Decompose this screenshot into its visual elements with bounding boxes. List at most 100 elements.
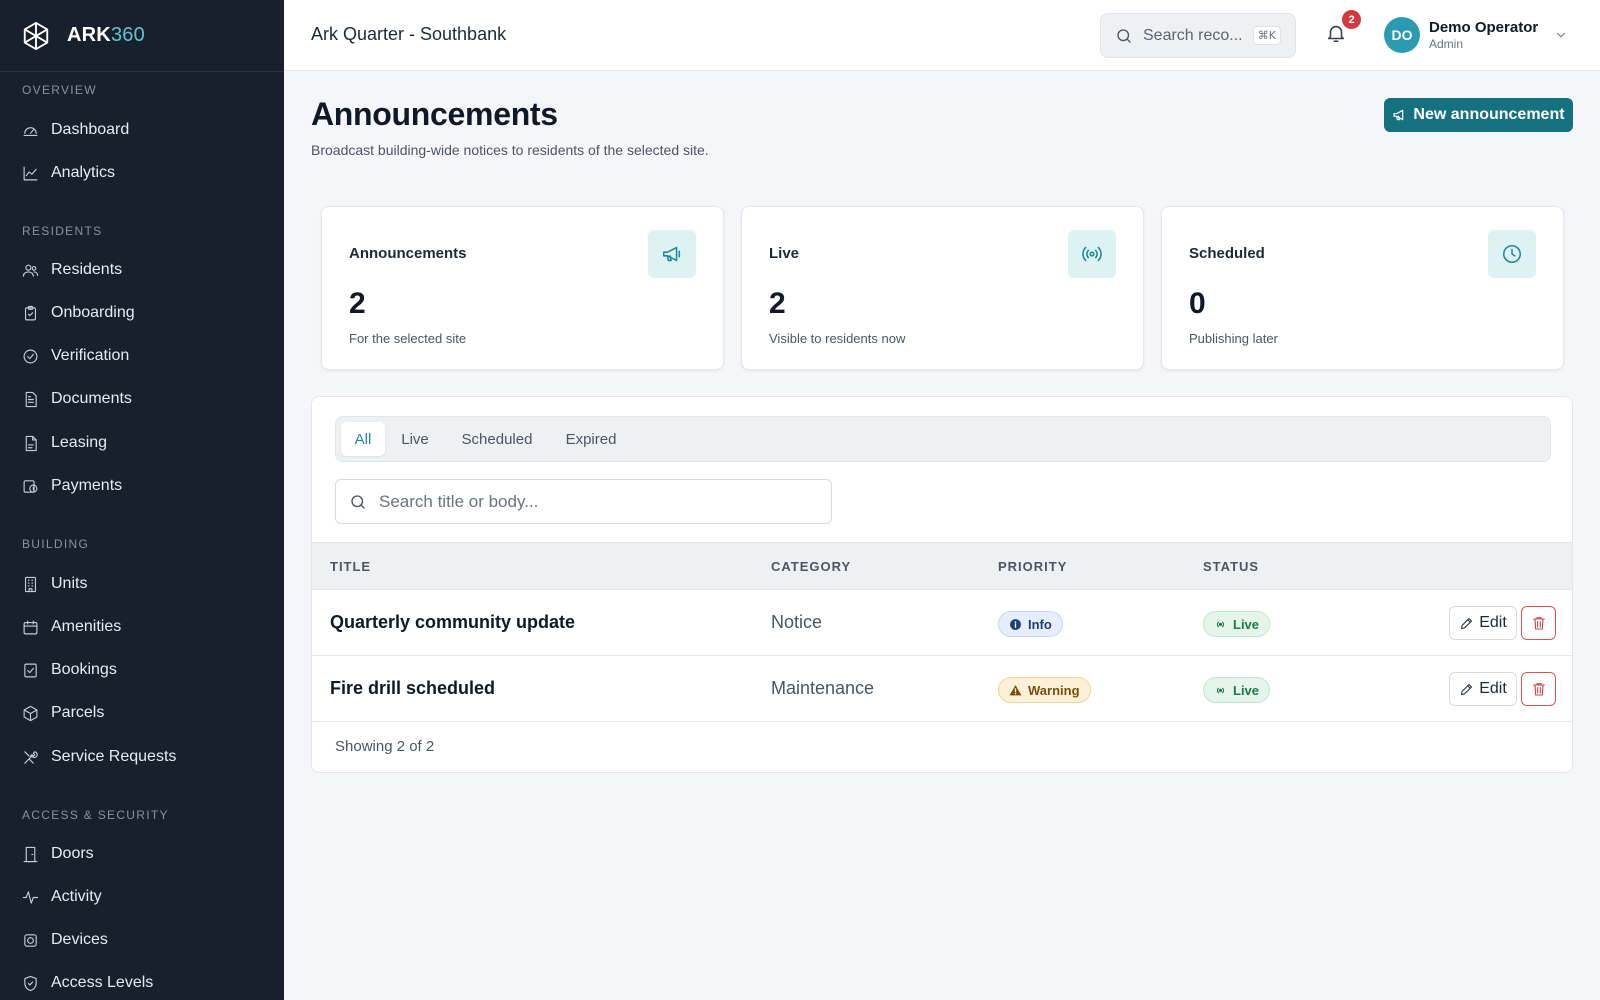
brand-name-accent: 360 bbox=[110, 24, 145, 46]
edit-button[interactable]: Edit bbox=[1449, 672, 1517, 706]
sidebar-item-amenities[interactable]: Amenities bbox=[0, 607, 284, 647]
calendar-icon bbox=[22, 619, 39, 636]
pencil-icon bbox=[1461, 617, 1473, 629]
page-subtitle: Broadcast building-wide notices to resid… bbox=[311, 142, 709, 158]
nav-section-overview: OVERVIEW bbox=[22, 83, 97, 97]
sidebar-item-leasing[interactable]: Leasing bbox=[0, 423, 284, 463]
sidebar-item-label: Amenities bbox=[51, 618, 122, 635]
megaphone-icon bbox=[1393, 109, 1404, 121]
users-icon bbox=[22, 262, 39, 279]
announcement-search-input[interactable] bbox=[379, 491, 819, 512]
sidebar-item-activity[interactable]: Activity bbox=[0, 877, 284, 917]
announcement-title[interactable]: Fire drill scheduled bbox=[330, 678, 495, 699]
stat-value: 0 bbox=[1189, 287, 1206, 320]
nav-section-residents: RESIDENTS bbox=[22, 224, 103, 238]
results-count: Showing 2 of 2 bbox=[335, 738, 435, 755]
user-role: Admin bbox=[1429, 37, 1464, 51]
sidebar: ARK360 OVERVIEW Dashboard Analytics RESI… bbox=[0, 0, 284, 1000]
broadcast-icon bbox=[1216, 687, 1225, 693]
site-title[interactable]: Ark Quarter - Southbank bbox=[311, 24, 506, 45]
global-search-placeholder: Search reco... bbox=[1143, 26, 1243, 44]
stat-label: Live bbox=[769, 245, 800, 262]
sidebar-item-label: Documents bbox=[51, 390, 132, 407]
priority-badge: Warning bbox=[998, 677, 1091, 703]
sidebar-item-payments[interactable]: Payments bbox=[0, 466, 284, 506]
sidebar-item-label: Activity bbox=[51, 888, 102, 905]
activity-icon bbox=[22, 889, 39, 906]
status-badge: Live bbox=[1203, 611, 1271, 637]
column-header-title[interactable]: TITLE bbox=[330, 559, 371, 574]
edit-button[interactable]: Edit bbox=[1449, 606, 1517, 640]
sidebar-item-label: Bookings bbox=[51, 661, 117, 678]
sidebar-item-bookings[interactable]: Bookings bbox=[0, 650, 284, 690]
column-header-status[interactable]: STATUS bbox=[1203, 559, 1259, 574]
clock-icon bbox=[1488, 230, 1536, 278]
stat-value: 2 bbox=[769, 287, 786, 320]
payment-icon bbox=[22, 478, 39, 495]
megaphone-icon bbox=[648, 230, 696, 278]
sidebar-item-access-levels[interactable]: Access Levels bbox=[0, 963, 284, 1000]
delete-button[interactable] bbox=[1521, 606, 1556, 640]
tab-all[interactable]: All bbox=[341, 422, 385, 456]
stat-description: Publishing later bbox=[1189, 331, 1278, 346]
priority-badge: Info bbox=[998, 611, 1063, 637]
global-search[interactable]: Search reco... ⌘K bbox=[1100, 13, 1296, 58]
file-icon bbox=[22, 435, 39, 452]
column-header-priority[interactable]: PRIORITY bbox=[998, 559, 1067, 574]
status-label: Live bbox=[1233, 682, 1260, 698]
gauge-icon bbox=[22, 122, 39, 139]
sidebar-item-verification[interactable]: Verification bbox=[0, 336, 284, 376]
sidebar-item-doors[interactable]: Doors bbox=[0, 834, 284, 874]
sidebar-item-label: Residents bbox=[51, 261, 123, 278]
sidebar-item-units[interactable]: Units bbox=[0, 564, 284, 604]
file-text-icon bbox=[22, 391, 39, 408]
calendar-check-icon bbox=[22, 662, 39, 679]
announcements-panel: All Live Scheduled Expired TITLE CATEGOR… bbox=[311, 396, 1573, 773]
status-badge: Live bbox=[1203, 677, 1271, 703]
sidebar-item-devices[interactable]: Devices bbox=[0, 920, 284, 960]
sidebar-item-label: Analytics bbox=[51, 164, 116, 181]
trash-icon bbox=[1532, 617, 1545, 630]
edit-label: Edit bbox=[1479, 614, 1507, 631]
tab-expired[interactable]: Expired bbox=[554, 422, 628, 456]
sidebar-item-label: Onboarding bbox=[51, 304, 135, 321]
ark-logo-icon bbox=[23, 21, 49, 50]
building-icon bbox=[22, 576, 39, 593]
shield-icon bbox=[22, 975, 39, 992]
sidebar-item-onboarding[interactable]: Onboarding bbox=[0, 293, 284, 333]
sidebar-item-service-requests[interactable]: Service Requests bbox=[0, 737, 284, 777]
delete-button[interactable] bbox=[1521, 672, 1556, 706]
tab-scheduled[interactable]: Scheduled bbox=[449, 422, 545, 456]
sidebar-item-documents[interactable]: Documents bbox=[0, 379, 284, 419]
announcement-search[interactable] bbox=[335, 479, 832, 524]
sidebar-item-dashboard[interactable]: Dashboard bbox=[0, 110, 284, 150]
tab-live[interactable]: Live bbox=[392, 422, 438, 456]
chart-line-icon bbox=[22, 165, 39, 182]
stat-description: For the selected site bbox=[349, 331, 467, 346]
brand-name-main: ARK bbox=[67, 24, 111, 46]
announcement-title[interactable]: Quarterly community update bbox=[330, 612, 575, 633]
sidebar-item-label: Leasing bbox=[51, 434, 108, 451]
warning-icon bbox=[1009, 684, 1022, 695]
column-header-category[interactable]: CATEGORY bbox=[771, 559, 851, 574]
nav-section-building: BUILDING bbox=[22, 537, 90, 551]
user-menu-toggle[interactable] bbox=[1554, 28, 1568, 42]
announcement-category: Maintenance bbox=[771, 678, 875, 698]
brand[interactable]: ARK360 bbox=[0, 0, 284, 72]
table-row[interactable]: Quarterly community update Notice Info L… bbox=[312, 590, 1572, 656]
new-announcement-button[interactable]: New announcement bbox=[1384, 98, 1573, 132]
priority-label: Info bbox=[1028, 616, 1052, 632]
door-icon bbox=[22, 846, 39, 863]
nav-section-access-security: ACCESS & SECURITY bbox=[22, 808, 169, 822]
table-row[interactable]: Fire drill scheduled Maintenance Warning… bbox=[312, 656, 1572, 722]
sidebar-item-analytics[interactable]: Analytics bbox=[0, 153, 284, 193]
user-name[interactable]: Demo Operator bbox=[1429, 19, 1538, 36]
broadcast-icon bbox=[1216, 621, 1225, 627]
status-tabs: All Live Scheduled Expired bbox=[335, 416, 1551, 462]
sidebar-item-residents[interactable]: Residents bbox=[0, 250, 284, 290]
avatar[interactable]: DO bbox=[1384, 17, 1420, 53]
device-icon bbox=[22, 932, 39, 949]
sidebar-item-label: Parcels bbox=[51, 704, 105, 721]
stat-label: Scheduled bbox=[1189, 245, 1265, 262]
sidebar-item-parcels[interactable]: Parcels bbox=[0, 693, 284, 733]
